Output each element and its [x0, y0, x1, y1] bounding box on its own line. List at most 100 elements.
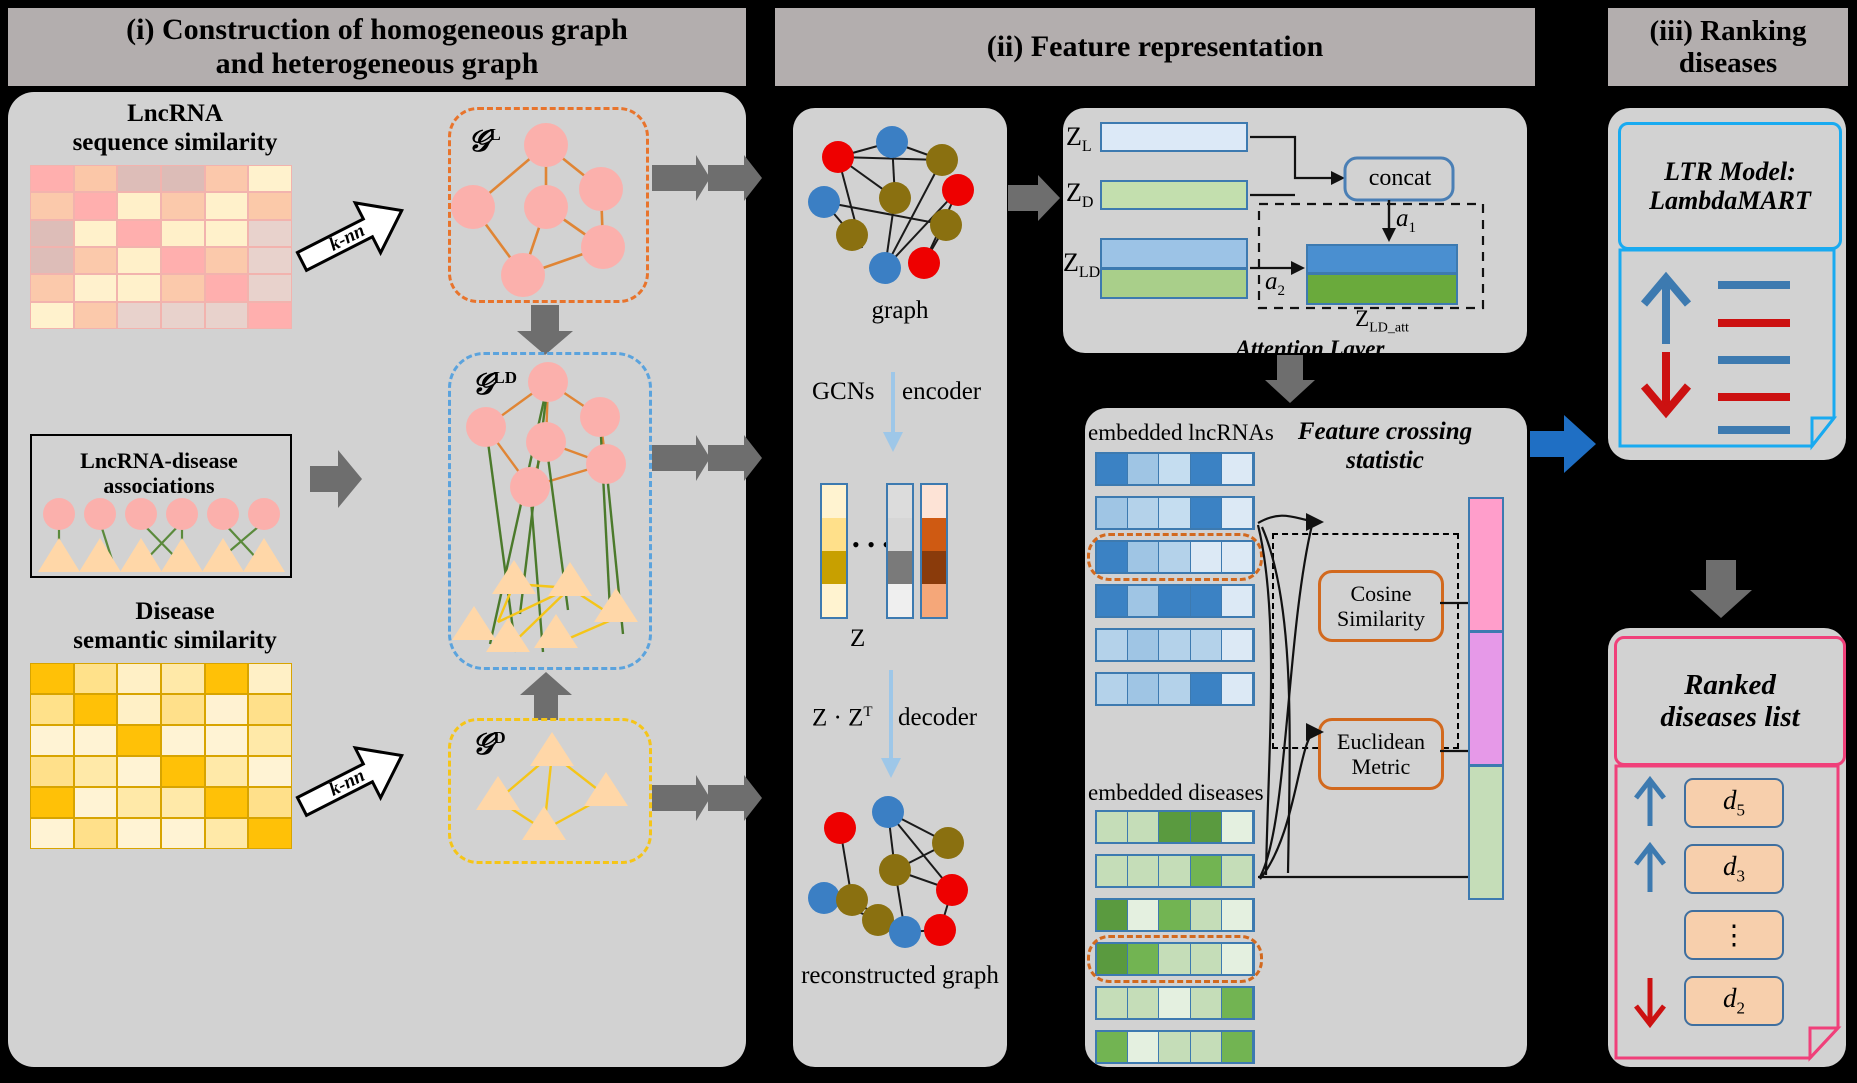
matrix-cell [73, 725, 118, 756]
embedding-cell [1128, 454, 1160, 484]
header-iii-line1: (iii) Ranking [1649, 14, 1807, 47]
matrix-cell [204, 818, 249, 849]
matrix-cell [248, 274, 292, 302]
embedding-cell [1128, 1032, 1160, 1062]
embedding-cell [1128, 988, 1160, 1018]
rank4-sub: 2 [1736, 998, 1746, 1018]
embedding-row [1095, 584, 1255, 618]
z-cell [822, 551, 846, 585]
embedding-cell [1159, 498, 1191, 528]
rank2-label: d [1723, 851, 1737, 882]
matrix-cell [248, 301, 292, 329]
rank3-label: ⋮ [1720, 919, 1748, 950]
embedding-cell [1128, 586, 1160, 616]
header-panel-i: (i) Construction of homogeneous graph an… [8, 8, 746, 86]
z-cell [888, 551, 912, 585]
zld-att-bar-bottom [1306, 273, 1458, 305]
graph-D-drawing [476, 732, 628, 840]
z-cell [822, 518, 846, 552]
graph-LD-drawing [452, 362, 638, 653]
header-i-line1: (i) Construction of homogeneous graph [126, 13, 628, 47]
embedding-cell [1159, 988, 1191, 1018]
decoder-formula: Z · ZT [812, 704, 873, 732]
matrix-cell [117, 274, 161, 302]
matrix-cell [248, 247, 292, 275]
arrow-GL-to-feature [652, 155, 762, 201]
header-iii-line2: diseases [1678, 47, 1778, 79]
a2-symbol: a [1265, 268, 1278, 295]
ltr-line1: LTR Model: [1664, 156, 1796, 186]
disease-title-line1: Disease [135, 598, 215, 625]
a1-symbol: a [1396, 205, 1409, 232]
matrix-cell [117, 787, 161, 818]
ranked-item-1[interactable]: d5 [1684, 778, 1784, 828]
header-ii-label: (ii) Feature representation [986, 30, 1324, 64]
output-bar-cosine [1468, 497, 1504, 632]
matrix-cell [248, 165, 292, 193]
embedding-cell [1190, 674, 1222, 704]
embedding-cell [1097, 674, 1129, 704]
matrix-cell [204, 787, 249, 818]
embedding-cell [1128, 498, 1160, 528]
zld-att-label: ZLD_att [1306, 306, 1458, 337]
matrix-cell [117, 694, 161, 725]
embedding-cell [1159, 674, 1191, 704]
matrix-cell [30, 301, 74, 329]
embedding-cell [1190, 812, 1222, 842]
ltr-line2: LambdaMART [1649, 186, 1811, 215]
header-i-line2: and heterogeneous graph [215, 47, 539, 80]
embedding-cell [1190, 856, 1222, 886]
z-cell [888, 518, 912, 552]
input-graph-drawing [808, 126, 974, 284]
matrix-cell [161, 756, 205, 787]
matrix-cell [73, 787, 118, 818]
matrix-cell [161, 818, 205, 849]
z-cell [922, 485, 946, 519]
matrix-cell [248, 756, 292, 787]
matrix-cell [30, 725, 74, 756]
ranked-item-4[interactable]: d2 [1684, 976, 1784, 1026]
matrix-cell [30, 165, 74, 193]
embedding-cell [1190, 498, 1222, 528]
matrix-cell [248, 694, 292, 725]
arrow-assoc-to-LD [310, 450, 362, 508]
output-bar-features [1468, 765, 1504, 900]
ranked-item-2[interactable]: d3 [1684, 844, 1784, 894]
reconstructed-graph-drawing [808, 796, 968, 948]
decoder-formula-text: Z · Z [812, 704, 864, 732]
z-caption: Z [850, 625, 866, 652]
matrix-cell [248, 663, 292, 694]
embedding-row [1095, 986, 1255, 1020]
embedding-row [1095, 452, 1255, 486]
a2-sub: 2 [1277, 283, 1286, 299]
embedding-cell [1128, 630, 1160, 660]
encoder-label: encoder [902, 378, 982, 405]
arrow-D-to-LD [520, 672, 572, 720]
matrix-cell [204, 192, 249, 220]
matrix-cell [161, 787, 205, 818]
rank2-sub: 3 [1736, 866, 1746, 886]
ranked-item-ellipsis: ⋮ [1684, 910, 1784, 960]
feature-crossing-title: Feature crossing statistic [1270, 418, 1500, 476]
embedding-cell [1190, 900, 1222, 930]
embedding-cell [1097, 586, 1129, 616]
matrix-cell [117, 301, 161, 329]
embedding-row [1095, 898, 1255, 932]
matrix-cell [30, 219, 74, 247]
rank4-label: d [1723, 983, 1737, 1014]
embedding-cell [1128, 856, 1160, 886]
embedding-cell [1221, 1032, 1253, 1062]
matrix-cell [73, 818, 118, 849]
matrix-cell [161, 219, 205, 247]
arrow-gcn-to-attention [1008, 175, 1060, 221]
matrix-cell [30, 274, 74, 302]
matrix-cell [117, 756, 161, 787]
lncrna-similarity-matrix [30, 165, 292, 329]
matrix-cell [161, 247, 205, 275]
decoder-label: decoder [898, 704, 978, 731]
embedding-cell [1159, 630, 1191, 660]
matrix-cell [73, 694, 118, 725]
embedding-cell [1128, 900, 1160, 930]
embedded-diseases-rows [1087, 810, 1263, 1074]
rank1-sub: 5 [1736, 800, 1746, 820]
